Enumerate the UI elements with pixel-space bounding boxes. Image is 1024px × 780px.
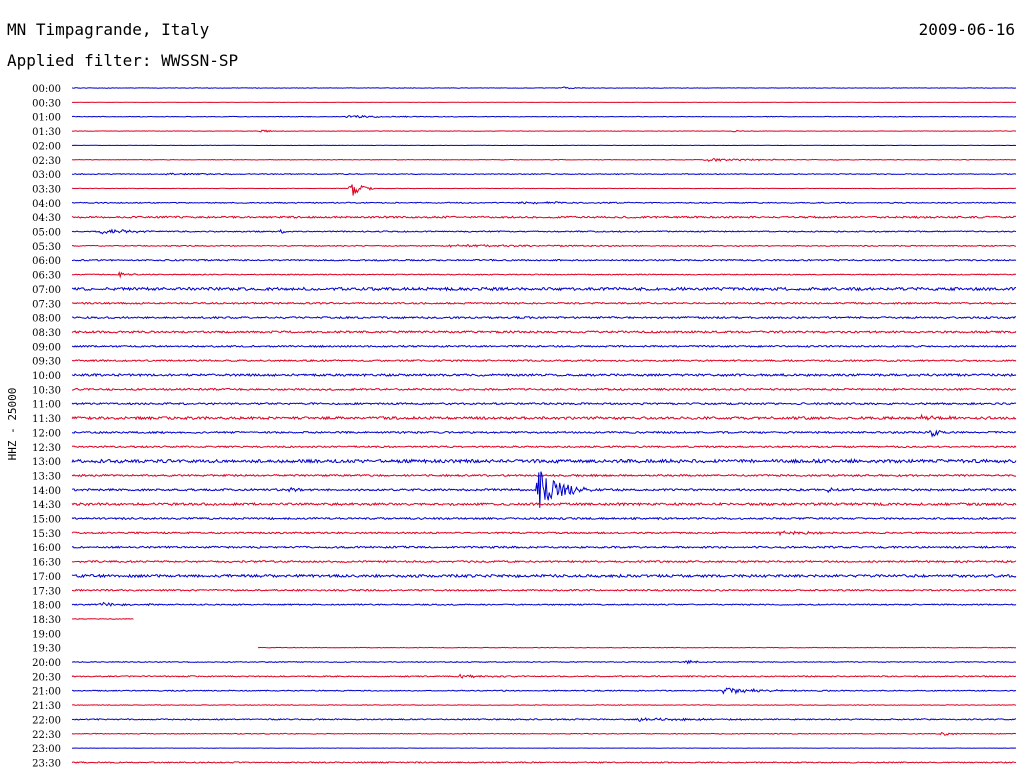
trace-0130 (71, 129, 1017, 133)
helicorder-view: MN Timpagrande, Italy 2009-06-16 Applied… (0, 0, 1024, 780)
trace-1000 (71, 372, 1017, 378)
row-time-label: 15:30 (32, 529, 61, 540)
row-time-label: 12:00 (32, 428, 61, 439)
row-time-label: 04:30 (32, 213, 61, 224)
row-time-label: 03:00 (32, 170, 61, 181)
row-time-label: 16:30 (32, 558, 61, 569)
row-time-label: 17:30 (32, 586, 61, 597)
trace-2230 (71, 731, 1017, 736)
row-time-label: 07:00 (32, 285, 61, 296)
row-time-label: 22:30 (32, 730, 61, 741)
row-time-label: 20:00 (32, 658, 61, 669)
row-time-label: 20:30 (32, 672, 61, 683)
trace-2100 (72, 687, 1017, 695)
trace-1200 (71, 429, 1017, 438)
row-time-label: 22:00 (32, 715, 61, 726)
trace-1100 (71, 401, 1017, 406)
trace-0230 (71, 157, 1017, 163)
row-time-label: 12:30 (32, 443, 61, 454)
row-time-label: 06:30 (32, 271, 61, 282)
row-time-label: 01:00 (32, 113, 61, 124)
row-time-label: 07:30 (32, 299, 61, 310)
trace-1500 (71, 516, 1017, 521)
trace-1730 (71, 588, 1017, 592)
row-time-label: 15:00 (32, 515, 61, 526)
trace-0900 (71, 344, 1017, 348)
row-time-label: 19:30 (32, 644, 61, 655)
row-time-label: 14:00 (32, 486, 61, 497)
row-time-label: 03:30 (32, 184, 61, 195)
trace-1600 (71, 545, 1017, 550)
row-time-label: 10:00 (32, 371, 61, 382)
trace-1030 (71, 387, 1017, 392)
trace-2030 (71, 673, 1017, 679)
row-time-label: 05:00 (32, 228, 61, 239)
row-time-label: 08:00 (32, 314, 61, 325)
trace-1930 (257, 646, 1017, 649)
y-axis-label: HHZ - 25000 (6, 388, 19, 461)
row-time-label: 02:30 (32, 156, 61, 167)
trace-0730 (71, 301, 1017, 305)
row-time-label: 09:30 (32, 357, 61, 368)
row-time-label: 08:30 (32, 328, 61, 339)
row-time-label: 18:30 (32, 615, 61, 626)
trace-1630 (71, 559, 1017, 564)
trace-1830 (71, 618, 134, 620)
row-time-label: 14:30 (32, 500, 61, 511)
row-time-label: 17:00 (32, 572, 61, 583)
trace-0430 (71, 215, 1017, 219)
row-time-label: 02:00 (32, 141, 61, 152)
trace-1800 (71, 601, 1017, 607)
trace-0630 (71, 271, 1017, 279)
row-time-label: 01:30 (32, 127, 61, 138)
trace-1700 (71, 573, 1017, 579)
trace-0400 (71, 200, 1017, 205)
trace-2000 (71, 659, 1017, 665)
row-time-label: 13:30 (32, 471, 61, 482)
trace-0500 (71, 228, 1017, 235)
trace-0830 (71, 330, 1017, 334)
row-time-label: 00:30 (32, 98, 61, 109)
row-time-label: 21:30 (32, 701, 61, 712)
trace-2130 (72, 704, 1017, 706)
trace-1530 (71, 530, 1017, 537)
trace-2330 (71, 761, 1017, 764)
row-time-label: 23:30 (32, 758, 61, 769)
row-time-label: 21:00 (32, 687, 61, 698)
row-time-label: 23:00 (32, 744, 61, 755)
trace-0100 (71, 114, 1017, 119)
trace-0330 (71, 184, 1016, 196)
row-time-label: 16:00 (32, 543, 61, 554)
row-time-label: 18:00 (32, 601, 61, 612)
trace-2200 (71, 717, 1017, 722)
trace-0600 (71, 258, 1017, 262)
trace-0530 (71, 243, 1017, 248)
trace-1430 (71, 501, 1017, 507)
row-time-label: 19:00 (32, 629, 61, 640)
row-time-label: 00:00 (32, 84, 61, 95)
row-time-label: 09:00 (32, 342, 61, 353)
trace-1230 (71, 445, 1017, 449)
helicorder-plot: HHZ - 25000 00:00 00:30 01:00 01:30 02:00 02:3… (6, 84, 1017, 769)
row-time-label: 13:00 (32, 457, 61, 468)
trace-0700 (71, 286, 1017, 292)
trace-1130 (71, 413, 1017, 421)
row-time-label: 04:00 (32, 199, 61, 210)
row-time-label: 10:30 (32, 385, 61, 396)
row-time-label: 11:30 (32, 414, 61, 425)
trace-0300 (71, 172, 1017, 176)
trace-1330 (71, 473, 1017, 478)
trace-0000 (71, 86, 1017, 90)
row-time-label: 06:00 (32, 256, 61, 267)
trace-0930 (72, 359, 1017, 363)
row-time-label: 11:00 (32, 400, 61, 411)
trace-1400 (71, 471, 1017, 508)
row-time-label: 05:30 (32, 242, 61, 253)
trace-0800 (71, 315, 1016, 320)
trace-1300 (71, 458, 1017, 465)
